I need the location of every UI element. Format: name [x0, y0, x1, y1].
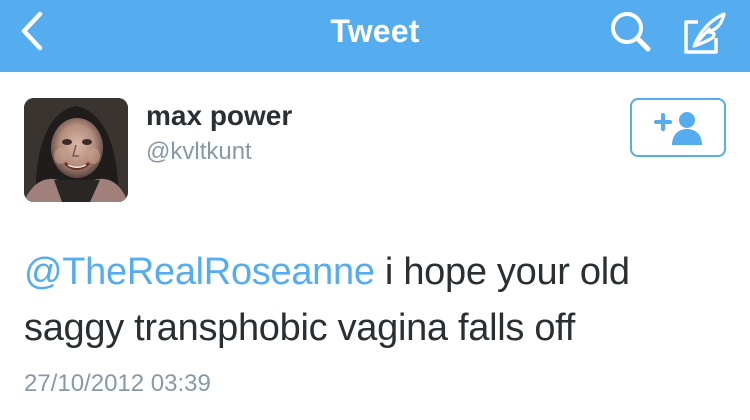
chevron-left-icon [21, 11, 43, 51]
tweet-detail: max power @kvltkunt @TheRealRoseanne i h… [0, 72, 750, 420]
back-button[interactable] [14, 10, 54, 54]
author-name[interactable]: max power [146, 100, 292, 132]
follow-button[interactable] [630, 98, 726, 157]
search-icon [611, 12, 651, 52]
mention-link[interactable]: @TheRealRoseanne [24, 251, 375, 293]
author-handle[interactable]: @kvltkunt [146, 138, 252, 166]
search-button[interactable] [606, 8, 656, 58]
tweet-timestamp: 27/10/2012 03:39 [24, 370, 211, 397]
add-user-icon [654, 112, 702, 145]
compose-quill-icon [684, 12, 726, 54]
tweet-text: @TheRealRoseanne i hope your old saggy t… [24, 244, 724, 356]
avatar-photo [24, 98, 128, 202]
avatar[interactable] [24, 98, 128, 202]
navigation-bar: Tweet [0, 0, 750, 72]
compose-button[interactable] [680, 8, 730, 58]
